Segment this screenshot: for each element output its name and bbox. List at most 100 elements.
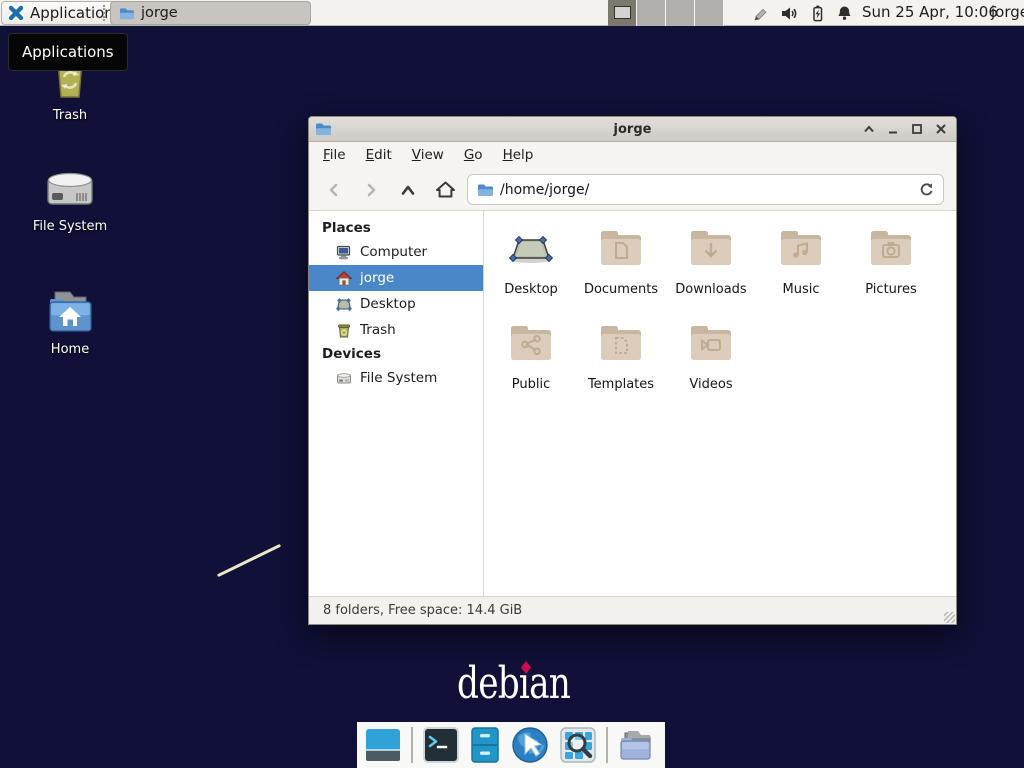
maximize-button[interactable] <box>910 123 923 136</box>
desktop-icon <box>336 297 352 312</box>
drive-icon <box>336 371 352 386</box>
sidebar-item-label: Desktop <box>360 296 416 312</box>
minimize-button[interactable] <box>886 123 899 136</box>
folder-item-music[interactable]: Music <box>757 225 845 297</box>
folder-item-videos[interactable]: Videos <box>667 320 755 392</box>
sidebar-header-devices: Devices <box>309 343 483 365</box>
folder-item-templates[interactable]: Templates <box>577 320 665 392</box>
home-folder-icon <box>41 288 99 336</box>
folder-label: Public <box>512 377 550 392</box>
resize-grip[interactable] <box>944 612 955 623</box>
tooltip-text: Applications <box>22 43 114 61</box>
workspace-3[interactable] <box>666 0 695 26</box>
tasklist-grip[interactable] <box>103 5 107 21</box>
desktop: Applications jorge <box>0 0 1024 768</box>
path-input[interactable] <box>500 182 912 198</box>
stylus-icon[interactable] <box>752 5 769 22</box>
back-button[interactable] <box>320 176 348 203</box>
dock-folder-button[interactable] <box>617 726 655 764</box>
desktop-icon-label: Trash <box>14 108 126 123</box>
taskbar-window-label: jorge <box>141 5 178 21</box>
folder-item-desktop[interactable]: Desktop <box>487 225 575 297</box>
web-browser-icon <box>510 725 550 765</box>
dock-file-manager-button[interactable] <box>469 726 501 764</box>
workspace-1[interactable] <box>608 0 637 26</box>
top-panel: Applications jorge <box>0 0 1024 26</box>
dock-terminal-button[interactable] <box>422 726 460 764</box>
desktop-icon-label: Home <box>14 342 126 357</box>
dock-app-finder-button[interactable] <box>559 726 597 764</box>
desktop-icon-file-system[interactable]: File System <box>14 167 126 234</box>
dock-web-browser-button[interactable] <box>510 725 550 765</box>
forward-button[interactable] <box>357 176 385 203</box>
sidebar-item-computer[interactable]: Computer <box>309 239 483 265</box>
menu-view[interactable]: View <box>412 147 444 163</box>
file-manager-window: jorge File Edit View Go Help <box>308 116 957 625</box>
hard-drive-icon <box>41 167 99 213</box>
sidebar-item-trash[interactable]: Trash <box>309 317 483 343</box>
statusbar: 8 folders, Free space: 14.4 GiB <box>309 596 956 624</box>
dock-folder-icon <box>617 726 655 764</box>
close-button[interactable] <box>934 123 947 136</box>
dock-show-desktop-button[interactable] <box>364 726 402 764</box>
folder-label: Music <box>783 282 820 297</box>
shade-button[interactable] <box>862 123 875 136</box>
desktop-folder-icon <box>507 225 555 273</box>
home-icon <box>336 271 352 286</box>
debian-logo-text: debian <box>457 658 570 709</box>
sidebar-header-places: Places <box>309 217 483 239</box>
taskbar-window-button[interactable]: jorge <box>110 1 311 25</box>
bell-icon[interactable] <box>836 5 853 22</box>
window-titlebar[interactable]: jorge <box>309 117 956 142</box>
folder-view[interactable]: Desktop Documents <box>484 211 956 596</box>
menu-go[interactable]: Go <box>464 147 483 163</box>
path-folder-icon <box>477 183 493 197</box>
sidebar-item-jorge[interactable]: jorge <box>309 265 483 291</box>
folder-item-pictures[interactable]: Pictures <box>847 225 935 297</box>
sidebar-item-desktop[interactable]: Desktop <box>309 291 483 317</box>
trash-small-icon <box>336 323 352 338</box>
folder-label: Documents <box>584 282 658 297</box>
reload-icon[interactable] <box>919 182 934 197</box>
workspace-2[interactable] <box>637 0 666 26</box>
volume-icon[interactable] <box>781 5 798 22</box>
applications-tooltip: Applications <box>8 33 128 71</box>
up-button[interactable] <box>394 176 422 203</box>
menu-file[interactable]: File <box>323 147 346 163</box>
sidebar: Places Computer <box>309 211 484 596</box>
menu-help[interactable]: Help <box>503 147 534 163</box>
templates-folder-icon <box>597 320 645 368</box>
wallpaper-stray-line <box>217 544 281 577</box>
folder-label: Downloads <box>675 282 746 297</box>
toolbar <box>309 168 956 211</box>
menu-edit[interactable]: Edit <box>366 147 392 163</box>
pictures-folder-icon <box>867 225 915 273</box>
xfce-logo-icon <box>8 5 24 21</box>
menubar: File Edit View Go Help <box>309 142 956 168</box>
folder-item-documents[interactable]: Documents <box>577 225 665 297</box>
dock-separator <box>411 727 413 763</box>
sidebar-item-label: Trash <box>360 322 396 338</box>
sidebar-item-label: Computer <box>360 244 427 260</box>
path-bar[interactable] <box>467 174 944 205</box>
workspace-window-thumb <box>614 6 631 19</box>
folder-item-downloads[interactable]: Downloads <box>667 225 755 297</box>
folder-label: Pictures <box>865 282 916 297</box>
dock <box>357 722 665 768</box>
file-cabinet-icon <box>469 726 501 764</box>
public-folder-icon <box>507 320 555 368</box>
panel-username[interactable]: jorge <box>991 0 1024 26</box>
folder-item-public[interactable]: Public <box>487 320 575 392</box>
dock-separator <box>606 727 608 763</box>
downloads-folder-icon <box>687 225 735 273</box>
sidebar-item-file-system[interactable]: File System <box>309 365 483 391</box>
music-folder-icon <box>777 225 825 273</box>
window-title: jorge <box>309 122 956 137</box>
folder-icon <box>119 7 134 20</box>
panel-clock[interactable]: Sun 25 Apr, 10:06 <box>862 0 998 26</box>
sidebar-item-label: File System <box>360 370 437 386</box>
battery-icon[interactable] <box>809 5 826 22</box>
workspace-4[interactable] <box>695 0 724 26</box>
desktop-icon-home[interactable]: Home <box>14 288 126 357</box>
home-button[interactable] <box>431 176 459 203</box>
